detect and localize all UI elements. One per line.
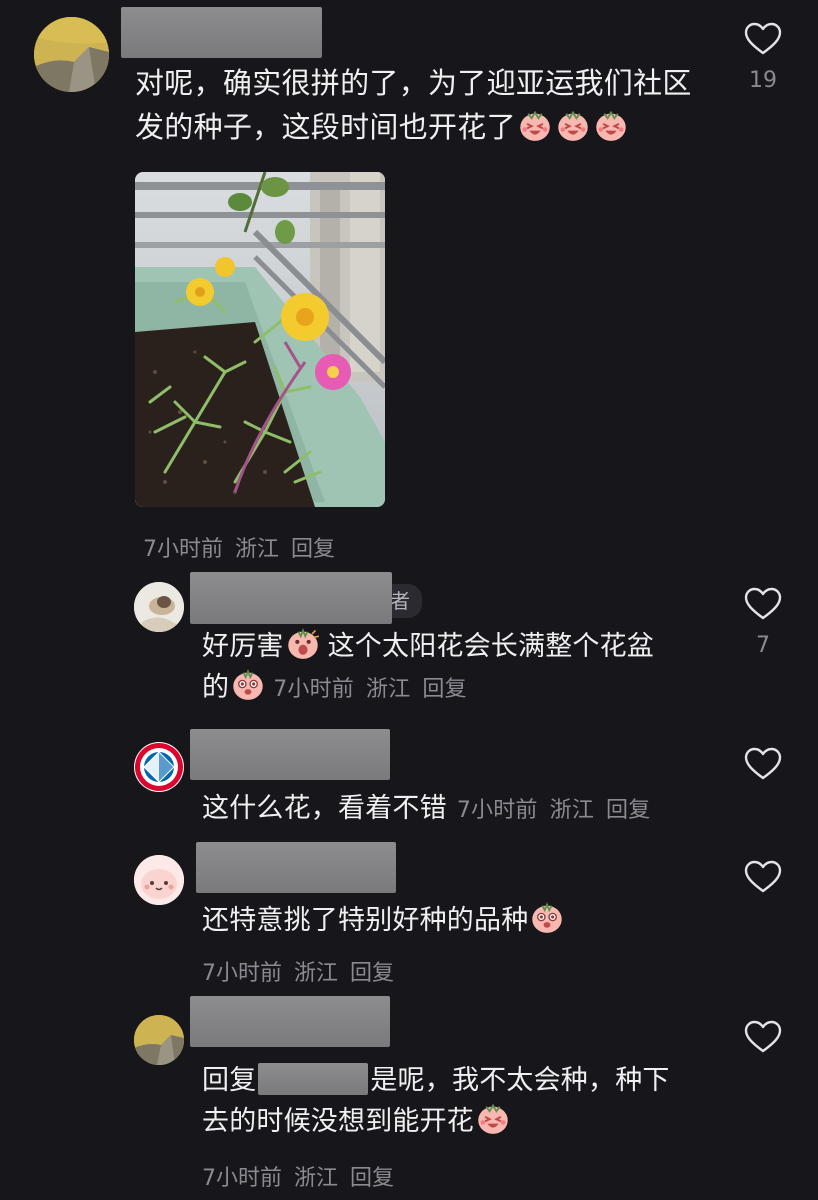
reply-text: 好厉害 这个太阳花会长满整个花盆 的 7小时前 浙江 回复 [202, 626, 654, 710]
reply-location: 浙江 [294, 1166, 339, 1191]
username-redacted[interactable] [190, 572, 392, 624]
heart-outline-icon[interactable] [744, 860, 782, 894]
reply-meta: 7小时前 浙江 回复 [202, 1160, 394, 1192]
comment-text-line: 对呢，确实很拼的了，为了迎亚运我们社区 [135, 66, 692, 100]
reply-time: 7小时前 [456, 798, 538, 823]
avatar[interactable] [134, 582, 184, 632]
wow-emoji-icon [530, 900, 564, 934]
like-count: 19 [749, 68, 777, 93]
like-count: 7 [756, 633, 770, 658]
reply-meta: 7小时前 浙江 回复 [457, 798, 651, 823]
reply-time: 7小时前 [202, 961, 282, 986]
laugh-emoji-icon [556, 108, 590, 142]
reply-link[interactable]: 回复 [350, 961, 394, 986]
reply-time: 7小时前 [202, 1166, 282, 1191]
comment-text-line: 发的种子，这段时间也开花了 [135, 105, 692, 149]
cartoon-avatar-icon [134, 855, 184, 905]
laugh-emoji-icon [476, 1101, 510, 1135]
username-redacted[interactable] [190, 996, 390, 1047]
avatar[interactable] [134, 855, 184, 905]
reply-link[interactable]: 回复 [422, 677, 466, 702]
reply-link[interactable]: 回复 [606, 798, 650, 823]
reply-location: 浙江 [549, 798, 595, 823]
comment-photo[interactable] [135, 172, 385, 507]
heart-outline-icon[interactable] [744, 747, 782, 781]
reply-text-segment: 这个太阳花会长满整个花盆 [327, 631, 655, 662]
comment-meta: 7小时前 浙江 回复 [143, 531, 335, 563]
avatar[interactable] [34, 17, 109, 92]
reply-location: 浙江 [294, 961, 339, 986]
reply-link[interactable]: 回复 [291, 537, 335, 562]
reply-meta: 7小时前 浙江 回复 [202, 955, 394, 987]
comment-text-segment: 发的种子，这段时间也开花了 [135, 110, 516, 144]
shock-emoji-icon [286, 626, 320, 660]
avatar[interactable] [134, 1015, 184, 1065]
avatar-image [34, 17, 109, 92]
reply-text-segment: 还特意挑了特别好种的品种 [202, 905, 529, 936]
reply-text-segment: 去的时候没想到能开花 [202, 1106, 474, 1137]
reply-text: 这什么花，看着不错 7小时前 浙江 回复 [202, 788, 650, 831]
heart-outline-icon[interactable] [744, 587, 782, 621]
wow-emoji-icon [231, 667, 265, 701]
reply-prefix: 回复 [202, 1065, 257, 1096]
reply-text-line: 回复 是呢，我不太会种，种下 [202, 1060, 670, 1101]
laugh-emoji-icon [518, 108, 552, 142]
reply-text-line: 好厉害 这个太阳花会长满整个花盆 [202, 626, 654, 667]
reply-meta: 7小时前 浙江 回复 [273, 677, 467, 702]
reply-text: 回复 是呢，我不太会种，种下 去的时候没想到能开花 [202, 1060, 670, 1142]
username-redacted[interactable] [196, 842, 396, 893]
comment-time: 7小时前 [143, 537, 223, 562]
reply-text-line: 的 7小时前 浙江 回复 [202, 667, 654, 710]
avatar[interactable] [134, 742, 184, 792]
laugh-emoji-icon [594, 108, 628, 142]
comment-text: 对呢，确实很拼的了，为了迎亚运我们社区 发的种子，这段时间也开花了 [135, 61, 692, 149]
club-crest-icon [135, 743, 183, 791]
reply-link[interactable]: 回复 [350, 1166, 394, 1191]
username-redacted[interactable] [190, 729, 390, 780]
reply-text-segment: 好厉害 [202, 631, 284, 662]
comment-location: 浙江 [235, 537, 280, 562]
reply-time: 7小时前 [273, 677, 355, 702]
reply-text-segment: 的 [202, 672, 230, 703]
reply-text-segment: 这什么花，看着不错 [202, 793, 447, 824]
avatar-image [134, 1015, 184, 1065]
avatar-image [134, 582, 184, 632]
heart-outline-icon[interactable] [744, 1020, 782, 1054]
username-redacted[interactable] [121, 7, 322, 58]
reply-text: 还特意挑了特别好种的品种 [202, 900, 566, 941]
reply-text-segment: 是呢，我不太会种，种下 [370, 1065, 670, 1096]
mentioned-user-redacted[interactable] [258, 1063, 369, 1095]
flower-pot-image [135, 172, 385, 507]
heart-outline-icon[interactable] [744, 22, 782, 56]
reply-location: 浙江 [366, 677, 411, 702]
reply-text-line: 去的时候没想到能开花 [202, 1101, 670, 1142]
